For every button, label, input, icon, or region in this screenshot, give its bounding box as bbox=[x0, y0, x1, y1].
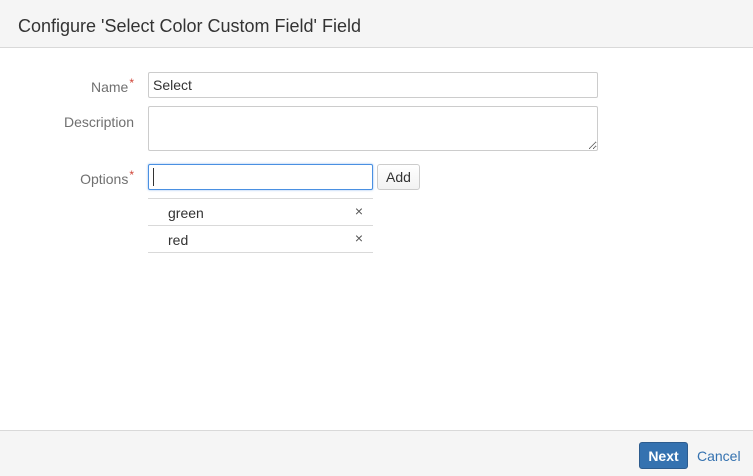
dialog-header: Configure 'Select Color Custom Field' Fi… bbox=[0, 0, 753, 48]
description-label: Description bbox=[63, 114, 134, 130]
options-label-text: Options bbox=[80, 171, 129, 187]
text-caret bbox=[153, 168, 154, 186]
options-required-mark: * bbox=[129, 168, 134, 182]
remove-option-icon[interactable]: × bbox=[352, 230, 366, 246]
cancel-link[interactable]: Cancel bbox=[697, 447, 741, 465]
name-required-mark: * bbox=[129, 76, 134, 90]
configure-field-dialog: Configure 'Select Color Custom Field' Fi… bbox=[0, 0, 753, 476]
option-label: green bbox=[168, 205, 204, 221]
name-label-text: Name bbox=[90, 79, 129, 95]
dialog-footer: Next Cancel bbox=[0, 430, 753, 476]
options-input[interactable] bbox=[148, 164, 373, 190]
remove-option-icon[interactable]: × bbox=[352, 203, 366, 219]
add-option-button[interactable]: Add bbox=[377, 164, 420, 190]
option-item: green × bbox=[148, 199, 373, 226]
option-label: red bbox=[168, 232, 189, 248]
option-item: red × bbox=[148, 226, 373, 253]
description-textarea[interactable] bbox=[148, 106, 598, 151]
dialog-title: Configure 'Select Color Custom Field' Fi… bbox=[18, 16, 362, 36]
next-button[interactable]: Next bbox=[639, 442, 688, 469]
name-input[interactable] bbox=[148, 72, 598, 98]
name-label: Name* bbox=[0, 76, 134, 97]
options-list: green × red × bbox=[148, 198, 373, 253]
options-label: Options* bbox=[0, 168, 134, 189]
